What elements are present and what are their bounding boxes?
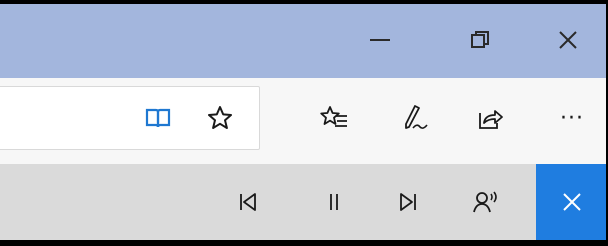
browser-toolbar: ··· [0, 78, 606, 164]
pause-icon [330, 194, 338, 210]
reading-view-icon [145, 108, 171, 128]
close-icon [559, 31, 577, 49]
more-ellipsis-icon: ··· [560, 105, 584, 131]
previous-paragraph-icon [240, 193, 256, 211]
favorites-hub-icon [320, 106, 347, 127]
favorites-hub-button[interactable] [314, 98, 354, 138]
reading-view-button[interactable] [138, 98, 178, 138]
more-button[interactable]: ··· [552, 98, 592, 138]
share-button[interactable] [470, 98, 510, 138]
close-read-aloud-button[interactable] [536, 164, 606, 240]
web-note-pen-icon [405, 105, 428, 129]
title-bar [0, 4, 606, 78]
close-icon [563, 193, 581, 211]
next-paragraph-button[interactable] [386, 180, 430, 224]
minimize-button[interactable] [352, 18, 408, 62]
close-window-button[interactable] [540, 18, 596, 62]
web-note-button[interactable] [394, 98, 434, 138]
voice-settings-button[interactable] [464, 180, 508, 224]
restore-icon [471, 31, 489, 48]
previous-paragraph-button[interactable] [226, 180, 270, 224]
share-icon [479, 110, 503, 129]
add-favorite-star-icon [208, 106, 232, 129]
restore-button[interactable] [452, 18, 508, 62]
next-paragraph-icon [400, 193, 416, 211]
minimize-icon [370, 39, 390, 41]
add-favorite-button[interactable] [200, 98, 240, 138]
pause-button[interactable] [312, 180, 356, 224]
read-aloud-bar [0, 164, 606, 240]
voice-settings-icon [473, 191, 497, 213]
browser-window: ··· [0, 4, 606, 240]
